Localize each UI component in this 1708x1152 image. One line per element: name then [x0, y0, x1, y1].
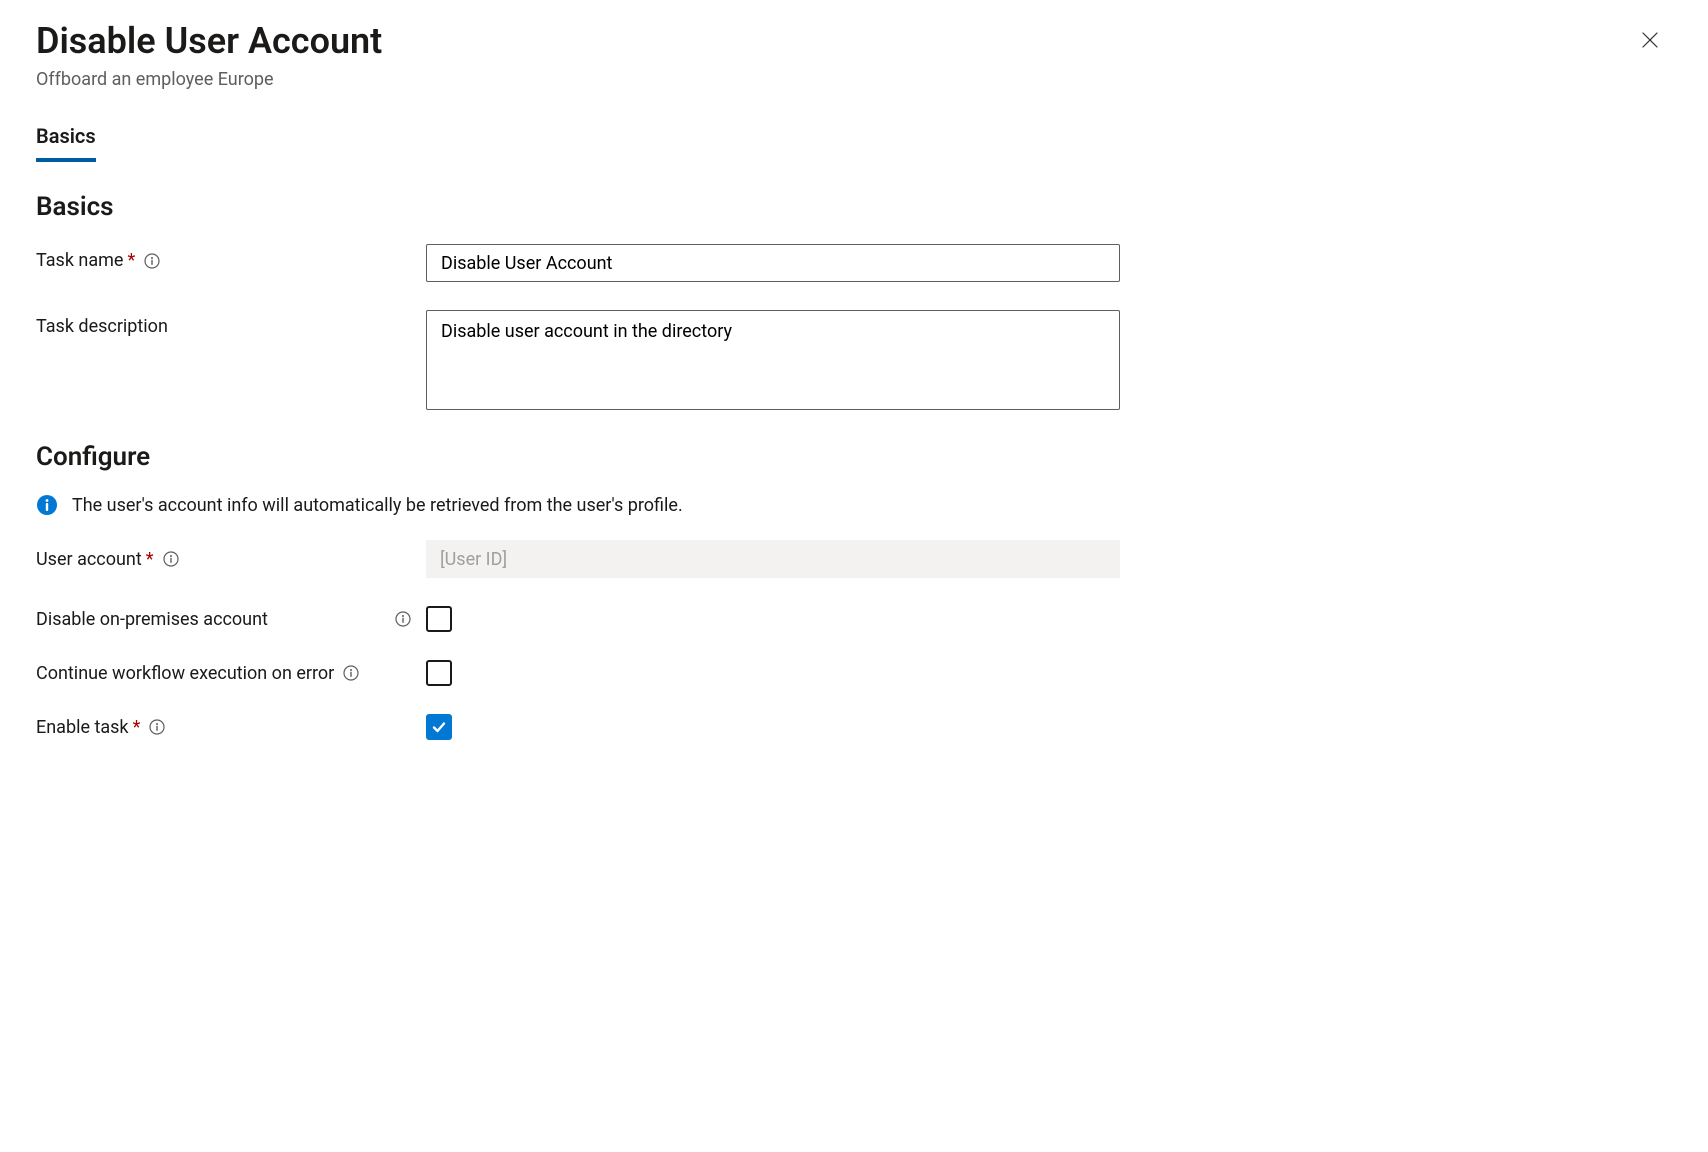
- continue-on-error-label: Continue workflow execution on error: [36, 663, 334, 684]
- enable-task-checkbox[interactable]: [426, 714, 452, 740]
- task-name-input[interactable]: [426, 244, 1120, 282]
- section-configure-title: Configure: [36, 442, 1672, 472]
- continue-on-error-checkbox[interactable]: [426, 660, 452, 686]
- info-icon[interactable]: [148, 718, 166, 736]
- close-icon: [1640, 30, 1660, 54]
- info-icon[interactable]: [342, 664, 360, 682]
- enable-task-label: Enable task: [36, 717, 129, 738]
- section-basics-title: Basics: [36, 192, 1672, 222]
- required-mark: *: [146, 549, 154, 570]
- disable-onprem-label: Disable on-premises account: [36, 609, 268, 630]
- info-banner: The user's account info will automatical…: [36, 494, 1672, 516]
- task-description-label: Task description: [36, 316, 168, 337]
- disable-onprem-checkbox[interactable]: [426, 606, 452, 632]
- tab-bar: Basics: [36, 124, 1672, 162]
- info-icon[interactable]: [162, 550, 180, 568]
- section-basics: Basics Task name * Task description: [36, 192, 1672, 414]
- page-title: Disable User Account: [36, 20, 382, 63]
- info-icon[interactable]: [394, 610, 412, 628]
- tab-basics[interactable]: Basics: [36, 124, 96, 162]
- info-banner-text: The user's account info will automatical…: [72, 495, 683, 516]
- user-account-field: [User ID]: [426, 540, 1120, 578]
- info-icon: [36, 494, 58, 516]
- task-name-label: Task name: [36, 250, 123, 271]
- section-configure: Configure The user's account info will a…: [36, 442, 1672, 740]
- required-mark: *: [127, 250, 135, 271]
- close-button[interactable]: [1636, 28, 1664, 56]
- user-account-label: User account: [36, 549, 142, 570]
- info-icon[interactable]: [143, 252, 161, 270]
- task-description-input[interactable]: [426, 310, 1120, 410]
- required-mark: *: [133, 717, 141, 738]
- page-subtitle: Offboard an employee Europe: [36, 69, 382, 90]
